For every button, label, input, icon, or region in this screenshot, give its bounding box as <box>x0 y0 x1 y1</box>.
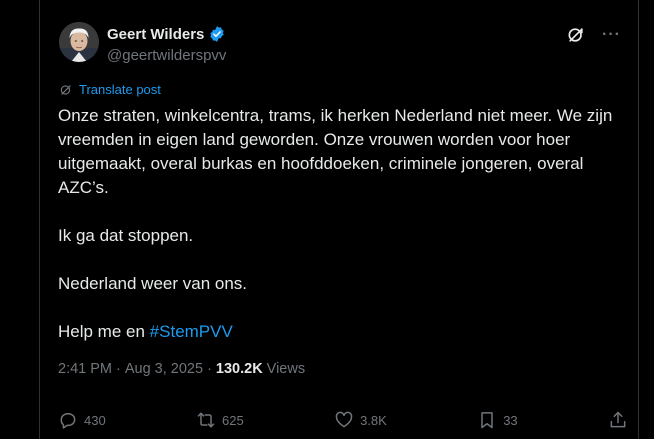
author-display-name[interactable]: Geert Wilders <box>107 26 204 43</box>
tweet-paragraph-2: Ik ga dat stoppen. <box>58 226 194 245</box>
tweet-top-actions: ··· <box>566 25 621 45</box>
tweet: Geert Wilders @geertwilderspvv ··· Trans… <box>41 0 637 439</box>
tweet-paragraph-4-text: Help me en <box>58 322 150 341</box>
meta-separator: · <box>207 361 212 377</box>
left-panel-edge <box>0 0 40 439</box>
tweet-actions: 430 625 3.8K 33 <box>58 410 628 430</box>
tweet-meta: 2:41 PM · Aug 3, 2025 · 130.2K Views <box>58 361 305 377</box>
tweet-paragraph-3: Nederland weer van ons. <box>58 274 248 293</box>
translate-icon <box>60 84 71 95</box>
like-count: 3.8K <box>360 412 387 428</box>
share-icon <box>610 411 626 428</box>
bookmark-button[interactable]: 33 <box>477 410 518 430</box>
tweet-paragraph-4: Help me en #StemPVV <box>58 320 628 344</box>
tweet-text: Onze straten, winkelcentra, trams, ik he… <box>58 104 628 344</box>
tweet-paragraph-1: Onze straten, winkelcentra, trams, ik he… <box>58 106 613 197</box>
repost-button[interactable]: 625 <box>196 410 244 430</box>
views-count: 130.2K <box>215 361 263 377</box>
translate-post-link[interactable]: Translate post <box>59 82 161 97</box>
bookmark-icon <box>481 412 493 429</box>
like-icon <box>335 411 353 428</box>
author-name-row[interactable]: Geert Wilders <box>107 25 226 43</box>
verified-badge-icon[interactable] <box>208 25 226 43</box>
right-panel-edge <box>638 0 654 439</box>
share-button[interactable] <box>608 410 628 430</box>
avatar-image <box>59 22 99 62</box>
reply-button[interactable]: 430 <box>58 410 106 430</box>
meta-separator: · <box>116 361 121 377</box>
reply-count: 430 <box>84 412 106 428</box>
avatar[interactable] <box>59 22 99 62</box>
repost-count: 625 <box>222 412 244 428</box>
more-icon[interactable]: ··· <box>602 25 621 45</box>
repost-icon <box>197 412 215 428</box>
translate-post-label[interactable]: Translate post <box>79 82 161 97</box>
like-button[interactable]: 3.8K <box>334 410 387 430</box>
tweet-date[interactable]: Aug 3, 2025 <box>125 361 203 377</box>
grok-icon[interactable] <box>566 25 586 45</box>
hashtag-link[interactable]: #StemPVV <box>150 322 233 341</box>
views-label: Views <box>266 361 306 377</box>
author-handle[interactable]: @geertwilderspvv <box>107 47 226 64</box>
tweet-time[interactable]: 2:41 PM <box>58 361 112 377</box>
reply-icon <box>60 413 76 429</box>
bookmark-count: 33 <box>503 412 518 428</box>
